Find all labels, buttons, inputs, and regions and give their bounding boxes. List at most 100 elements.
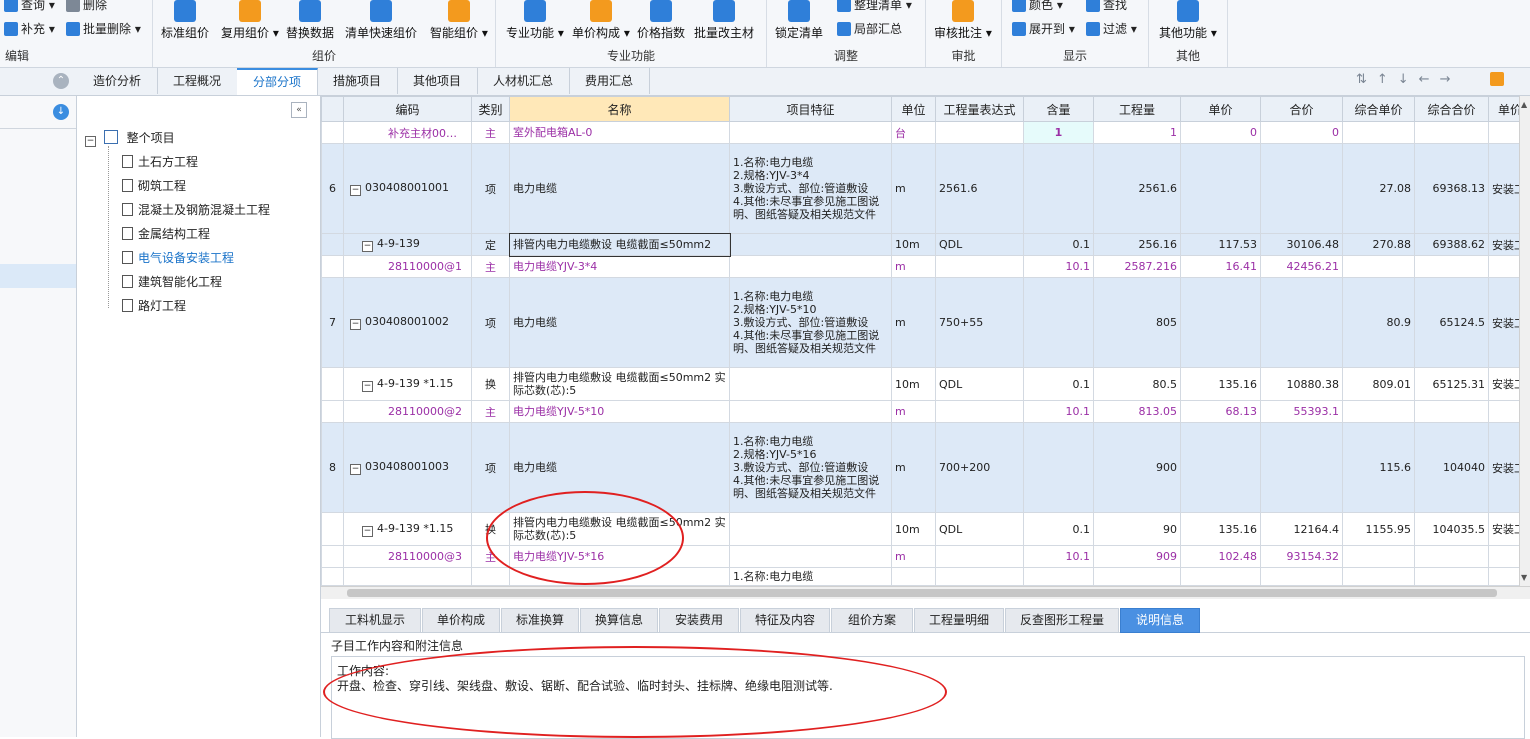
unit-price-cell[interactable]: 135.16 xyxy=(1181,513,1261,546)
name-cell[interactable]: 电力电缆YJV-5*16 xyxy=(510,546,730,568)
reuse-pricing-button[interactable]: 复用组价 ▾ xyxy=(221,0,279,41)
tree-item-metal-structure[interactable]: 金属结构工程 xyxy=(122,224,210,244)
partial-summary-button[interactable]: 局部汇总 xyxy=(837,20,902,38)
composite-price-cell[interactable]: 80.9 xyxy=(1343,278,1415,368)
content-cell[interactable]: 0.1 xyxy=(1024,234,1094,256)
row-number[interactable] xyxy=(322,256,344,278)
row-number[interactable] xyxy=(322,234,344,256)
pro-function-button[interactable]: 专业功能 ▾ xyxy=(506,0,564,41)
quantity-cell[interactable]: 2561.6 xyxy=(1094,144,1181,234)
features-cell[interactable] xyxy=(730,368,892,401)
content-cell[interactable]: 0.1 xyxy=(1024,368,1094,401)
table-row[interactable]: 1.名称:电力电缆 xyxy=(322,568,1530,586)
tab-cost-analysis[interactable]: 造价分析 xyxy=(77,68,158,94)
grid-vertical-scrollbar[interactable]: ▲ ▼ xyxy=(1519,96,1530,586)
quantity-cell[interactable]: 256.16 xyxy=(1094,234,1181,256)
collapse-icon[interactable]: − xyxy=(350,319,361,330)
header-code[interactable]: 编码 xyxy=(344,97,472,122)
table-row[interactable]: 7−030408001002项电力电缆1.名称:电力电缆 2.规格:YJV-5*… xyxy=(322,278,1530,368)
row-number[interactable] xyxy=(322,401,344,423)
tab-standard-conversion[interactable]: 标准换算 xyxy=(501,608,579,633)
quantity-cell[interactable]: 2587.216 xyxy=(1094,256,1181,278)
quantity-cell[interactable]: 805 xyxy=(1094,278,1181,368)
header-features[interactable]: 项目特征 xyxy=(730,97,892,122)
collapse-icon[interactable]: − xyxy=(350,185,361,196)
code-cell[interactable]: −4-9-139 xyxy=(344,234,472,256)
composite-price-cell[interactable] xyxy=(1343,122,1415,144)
tab-conversion-info[interactable]: 换算信息 xyxy=(580,608,658,633)
type-cell[interactable]: 项 xyxy=(472,423,510,513)
code-cell[interactable]: 28110000@3 xyxy=(344,546,472,568)
unit-cell[interactable]: m xyxy=(892,423,936,513)
features-cell[interactable] xyxy=(730,513,892,546)
header-unit-price[interactable]: 单价 xyxy=(1181,97,1261,122)
tab-other-items[interactable]: 其他项目 xyxy=(397,68,478,94)
collapse-icon[interactable]: − xyxy=(350,464,361,475)
header-expression[interactable]: 工程量表达式 xyxy=(936,97,1024,122)
unit-cell[interactable]: 10m xyxy=(892,513,936,546)
unit-price-cell[interactable]: 0 xyxy=(1181,122,1261,144)
composite-price-cell[interactable]: 115.6 xyxy=(1343,423,1415,513)
row-number[interactable] xyxy=(322,568,344,586)
table-row[interactable]: 28110000@2主电力电缆YJV-5*10m10.1813.0568.135… xyxy=(322,401,1530,423)
header-quantity[interactable]: 工程量 xyxy=(1094,97,1181,122)
find-button[interactable]: 查找 xyxy=(1086,0,1127,14)
unit-cell[interactable]: m xyxy=(892,256,936,278)
code-cell[interactable]: −4-9-139 *1.15 xyxy=(344,368,472,401)
query-button[interactable]: 查询 ▾ xyxy=(4,0,55,14)
tab-labor-material-display[interactable]: 工料机显示 xyxy=(329,608,421,633)
unit-cell[interactable]: m xyxy=(892,278,936,368)
unit-price-cell[interactable] xyxy=(1181,568,1261,586)
expression-cell[interactable] xyxy=(936,256,1024,278)
type-cell[interactable]: 主 xyxy=(472,401,510,423)
header-name[interactable]: 名称 xyxy=(510,97,730,122)
row-number[interactable]: 8 xyxy=(322,423,344,513)
expression-cell[interactable] xyxy=(936,568,1024,586)
total-cell[interactable]: 93154.32 xyxy=(1261,546,1343,568)
content-cell[interactable]: 10.1 xyxy=(1024,546,1094,568)
quantity-cell[interactable] xyxy=(1094,568,1181,586)
unit-price-cell[interactable]: 135.16 xyxy=(1181,368,1261,401)
name-cell[interactable]: 电力电缆YJV-3*4 xyxy=(510,256,730,278)
expression-cell[interactable]: 750+55 xyxy=(936,278,1024,368)
content-cell[interactable] xyxy=(1024,568,1094,586)
tab-description[interactable]: 说明信息 xyxy=(1120,608,1200,633)
total-cell[interactable] xyxy=(1261,144,1343,234)
tab-installation-fee[interactable]: 安装费用 xyxy=(659,608,739,633)
settings-icon[interactable] xyxy=(1490,72,1504,86)
collapse-icon[interactable]: − xyxy=(85,136,96,147)
standard-pricing-button[interactable]: 标准组价 xyxy=(161,0,209,41)
content-cell[interactable] xyxy=(1024,144,1094,234)
quantity-cell[interactable]: 1 xyxy=(1094,122,1181,144)
scrollbar-thumb[interactable] xyxy=(347,589,1497,597)
batch-change-material-button[interactable]: 批量改主材 xyxy=(694,0,754,41)
tree-item-earthwork[interactable]: 土石方工程 xyxy=(122,152,198,172)
type-cell[interactable] xyxy=(472,568,510,586)
table-row[interactable]: 补充主材00…主室外配电箱AL-0台1100 xyxy=(322,122,1530,144)
row-number[interactable]: 7 xyxy=(322,278,344,368)
quantity-cell[interactable]: 90 xyxy=(1094,513,1181,546)
features-cell[interactable] xyxy=(730,234,892,256)
total-cell[interactable] xyxy=(1261,423,1343,513)
code-cell[interactable]: 补充主材00… xyxy=(344,122,472,144)
expression-cell[interactable]: 700+200 xyxy=(936,423,1024,513)
header-content[interactable]: 含量 xyxy=(1024,97,1094,122)
name-cell[interactable]: 电力电缆 xyxy=(510,144,730,234)
table-row[interactable]: 28110000@3主电力电缆YJV-5*16m10.1909102.48931… xyxy=(322,546,1530,568)
header-composite-total[interactable]: 综合合价 xyxy=(1415,97,1489,122)
features-cell[interactable]: 1.名称:电力电缆 xyxy=(730,568,892,586)
tab-project-overview[interactable]: 工程概况 xyxy=(157,68,238,94)
color-button[interactable]: 颜色 ▾ xyxy=(1012,0,1063,14)
total-cell[interactable]: 55393.1 xyxy=(1261,401,1343,423)
features-cell[interactable]: 1.名称:电力电缆 2.规格:YJV-5*10 3.敷设方式、部位:管道敷设 4… xyxy=(730,278,892,368)
expression-cell[interactable] xyxy=(936,122,1024,144)
note-textarea[interactable]: 工作内容: 开盘、检查、穿引线、架线盘、敷设、锯断、配合试验、临时封头、挂标牌、… xyxy=(331,656,1525,739)
type-cell[interactable]: 项 xyxy=(472,278,510,368)
name-cell[interactable]: 排管内电力电缆敷设 电缆截面≤50mm2 实际芯数(芯):5 xyxy=(510,368,730,401)
other-functions-button[interactable]: 其他功能 ▾ xyxy=(1159,0,1217,41)
collapse-icon[interactable]: − xyxy=(362,526,373,537)
table-row[interactable]: 6−030408001001项电力电缆1.名称:电力电缆 2.规格:YJV-3*… xyxy=(322,144,1530,234)
total-cell[interactable]: 30106.48 xyxy=(1261,234,1343,256)
header-total[interactable]: 合价 xyxy=(1261,97,1343,122)
content-cell[interactable]: 1 xyxy=(1024,122,1094,144)
